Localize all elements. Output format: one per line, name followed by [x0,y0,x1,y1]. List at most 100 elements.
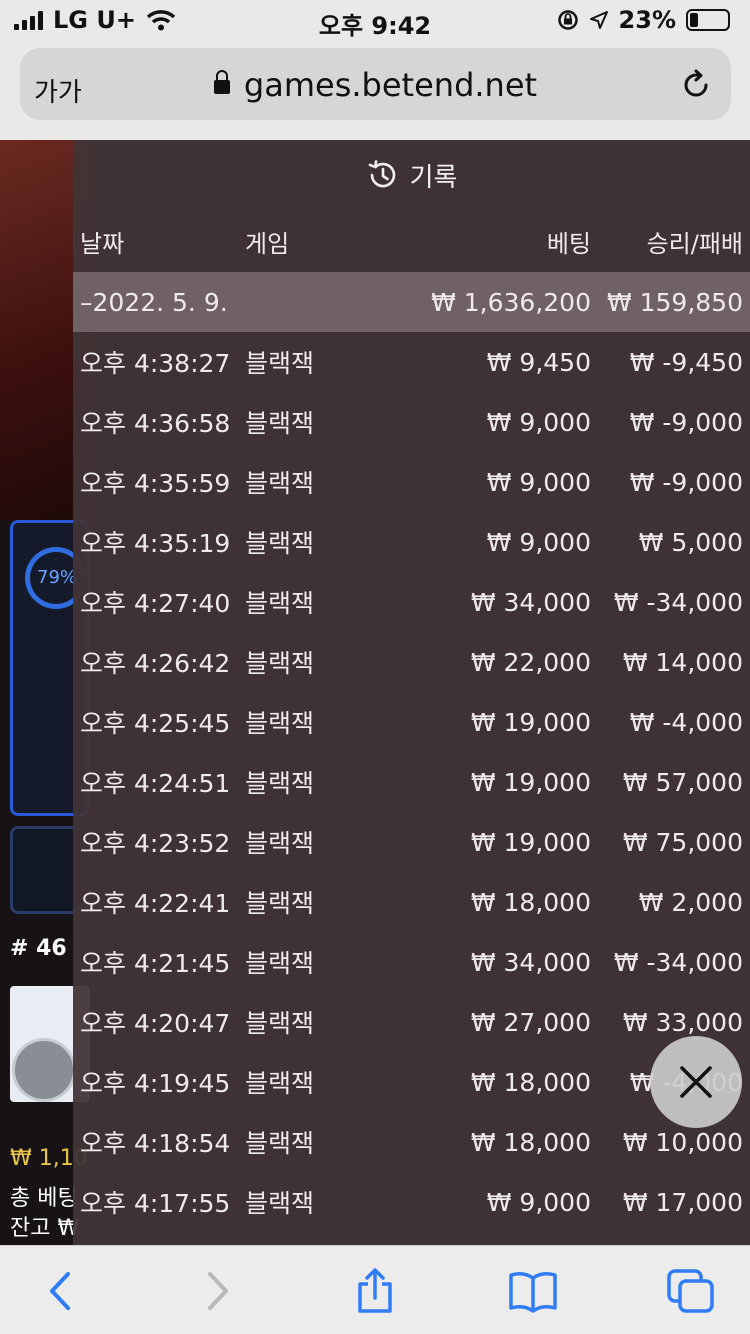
back-icon[interactable] [36,1268,86,1314]
rotation-lock-icon [557,10,578,30]
row-result: ₩ 10,000 [622,1127,743,1157]
row-result: ₩ 75,000 [622,827,743,857]
row-bet: ₩ 9,000 [486,1187,591,1217]
history-panel: 기록 날짜 게임 베팅 승리/패배 –2022. 5. 9. ₩ 1,636,2… [73,140,750,1245]
row-game: 블랙잭 [245,409,315,438]
history-icon [368,160,395,188]
history-row[interactable]: 오후 4:25:45 블랙잭 ₩ 19,000 ₩ -4,000 [73,692,750,752]
table-number: # 46 [10,936,67,961]
column-header-bet: 베팅 [546,229,591,258]
share-icon[interactable] [350,1268,400,1314]
row-bet: ₩ 18,000 [470,1127,591,1157]
summary-result: ₩ 159,850 [606,287,743,317]
summary-date: –2022. 5. 9. [80,287,228,317]
summary-row[interactable]: –2022. 5. 9. ₩ 1,636,200 ₩ 159,850 [73,272,750,332]
row-bet: ₩ 27,000 [470,1007,591,1037]
history-row[interactable]: 오후 4:36:58 블랙잭 ₩ 9,000 ₩ -9,000 [73,392,750,452]
chip-icon [12,1038,76,1102]
history-header-row: 날짜 게임 베팅 승리/패배 [73,210,750,272]
row-game: 블랙잭 [245,529,315,558]
row-result: ₩ -9,450 [629,347,743,377]
row-result: ₩ 33,000 [622,1007,743,1037]
row-result: ₩ 5,000 [638,527,743,557]
row-bet: ₩ 34,000 [470,587,591,617]
row-time: 오후 4:27:40 [80,589,231,618]
history-row[interactable]: 오후 4:21:45 블랙잭 ₩ 34,000 ₩ -34,000 [73,932,750,992]
status-bar: LG U+ 오후 9:42 23% [0,0,750,40]
row-result: ₩ -34,000 [613,947,743,977]
row-game: 블랙잭 [245,349,315,378]
row-result: ₩ 2,000 [638,887,743,917]
history-row[interactable]: 오후 4:22:41 블랙잭 ₩ 18,000 ₩ 2,000 [73,872,750,932]
row-result: ₩ 57,000 [622,767,743,797]
history-row[interactable]: 오후 4:17:55 블랙잭 ₩ 9,000 ₩ 17,000 [73,1172,750,1232]
row-bet: ₩ 19,000 [470,827,591,857]
history-row[interactable]: 오후 4:35:19 블랙잭 ₩ 9,000 ₩ 5,000 [73,512,750,572]
history-row[interactable]: 오후 4:19:45 블랙잭 ₩ 18,000 ₩ -4,000 [73,1052,750,1112]
bookmarks-icon[interactable] [508,1268,558,1314]
row-game: 블랙잭 [245,769,315,798]
remaining-line: 잔고 ₩ [10,1216,80,1241]
row-bet: ₩ 18,000 [470,887,591,917]
row-bet: ₩ 18,000 [470,1067,591,1097]
row-time: 오후 4:38:27 [80,349,231,378]
row-time: 오후 4:17:55 [80,1189,231,1218]
browser-address-area: 가가 games.betend.net [0,40,750,140]
history-title-bar: 기록 [73,140,750,210]
row-time: 오후 4:26:42 [80,649,231,678]
row-result: ₩ 17,000 [622,1187,743,1217]
url-display[interactable]: games.betend.net [20,66,731,104]
row-bet: ₩ 9,000 [486,407,591,437]
row-time: 오후 4:22:41 [80,889,231,918]
row-time: 오후 4:20:47 [80,1009,231,1038]
address-bar[interactable]: 가가 games.betend.net [20,48,731,120]
total-bet-line: 총 베팅 [10,1186,78,1211]
close-icon [680,1066,712,1098]
row-time: 오후 4:21:45 [80,949,231,978]
column-header-game: 게임 [245,229,290,258]
reload-icon[interactable] [679,68,713,102]
row-bet: ₩ 34,000 [470,947,591,977]
summary-bet: ₩ 1,636,200 [431,287,591,317]
row-result: ₩ -9,000 [629,407,743,437]
progress-label: 79% [37,567,78,588]
history-row[interactable]: 오후 4:38:27 블랙잭 ₩ 9,450 ₩ -9,450 [73,332,750,392]
column-header-result: 승리/패배 [646,229,743,258]
row-time: 오후 4:23:52 [80,829,231,858]
row-game: 블랙잭 [245,949,315,978]
status-right: 23% [557,6,730,34]
row-bet: ₩ 9,450 [486,347,591,377]
row-time: 오후 4:35:19 [80,529,231,558]
row-time: 오후 4:19:45 [80,1069,231,1098]
row-game: 블랙잭 [245,889,315,918]
row-game: 블랙잭 [245,469,315,498]
history-row[interactable]: 오후 4:20:47 블랙잭 ₩ 27,000 ₩ 33,000 [73,992,750,1052]
battery-icon [686,9,730,31]
history-row[interactable]: 오후 4:27:40 블랙잭 ₩ 34,000 ₩ -34,000 [73,572,750,632]
history-row[interactable]: 오후 4:35:59 블랙잭 ₩ 9,000 ₩ -9,000 [73,452,750,512]
history-row[interactable]: 오후 4:26:42 블랙잭 ₩ 22,000 ₩ 14,000 [73,632,750,692]
row-game: 블랙잭 [245,649,315,678]
history-title: 기록 [409,162,458,193]
tabs-icon[interactable] [666,1268,716,1314]
row-time: 오후 4:35:59 [80,469,231,498]
row-game: 블랙잭 [245,1189,315,1218]
column-header-date: 날짜 [80,229,125,258]
row-bet: ₩ 22,000 [470,647,591,677]
history-row[interactable]: 오후 4:18:54 블랙잭 ₩ 18,000 ₩ 10,000 [73,1112,750,1172]
row-game: 블랙잭 [245,829,315,858]
row-game: 블랙잭 [245,1129,315,1158]
row-bet: ₩ 19,000 [470,707,591,737]
forward-icon[interactable] [192,1268,242,1314]
row-game: 블랙잭 [245,709,315,738]
location-icon [589,11,608,29]
close-button[interactable] [650,1036,742,1128]
url-text: games.betend.net [243,66,538,104]
row-time: 오후 4:24:51 [80,769,231,798]
history-row[interactable]: 오후 4:24:51 블랙잭 ₩ 19,000 ₩ 57,000 [73,752,750,812]
row-time: 오후 4:36:58 [80,409,231,438]
row-time: 오후 4:18:54 [80,1129,231,1158]
battery-percent: 23% [618,6,676,34]
row-game: 블랙잭 [245,1009,315,1038]
history-row[interactable]: 오후 4:23:52 블랙잭 ₩ 19,000 ₩ 75,000 [73,812,750,872]
